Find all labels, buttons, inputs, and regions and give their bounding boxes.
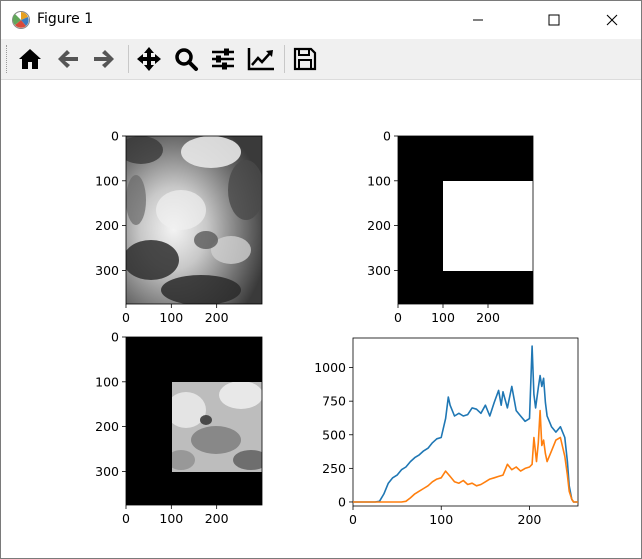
- subplot-histogram: [352, 337, 579, 507]
- x-tick-label: 100: [429, 512, 453, 527]
- subplot-grayscale-image: [125, 135, 263, 305]
- y-tick-label: 100: [95, 374, 119, 389]
- save-icon: [293, 47, 317, 71]
- x-tick-label: 0: [122, 511, 130, 526]
- zoom-icon: [175, 48, 198, 71]
- minimize-icon: [473, 19, 483, 21]
- y-tick-label: 0: [111, 330, 119, 345]
- subplot-masked-image: [125, 336, 263, 506]
- x-tick-label: 200: [476, 310, 500, 325]
- minimize-button[interactable]: [455, 1, 501, 39]
- x-tick-label: 100: [431, 310, 455, 325]
- x-tick-label: 100: [159, 310, 183, 325]
- toolbar-separator: [284, 45, 285, 73]
- navigation-toolbar: [1, 39, 641, 80]
- move-icon: [137, 47, 161, 71]
- subplot-mask: [397, 135, 534, 305]
- masked-image-region: [172, 382, 262, 472]
- x-tick-label: 0: [349, 512, 357, 527]
- x-tick-label: 200: [518, 512, 542, 527]
- title-bar: Figure 1: [1, 1, 641, 39]
- forward-button[interactable]: [89, 44, 119, 74]
- y-tick-label: 200: [95, 419, 119, 434]
- x-tick-label: 200: [205, 511, 229, 526]
- x-tick-label: 200: [205, 310, 229, 325]
- y-tick-label: 250: [322, 461, 346, 476]
- save-button[interactable]: [290, 44, 320, 74]
- x-tick-label: 100: [159, 511, 183, 526]
- edit-axes-button[interactable]: [245, 44, 275, 74]
- y-tick-label: 200: [367, 218, 391, 233]
- arrow-right-icon: [94, 50, 114, 68]
- matplotlib-icon: [12, 11, 30, 29]
- back-button[interactable]: [53, 44, 83, 74]
- close-icon: [606, 14, 618, 26]
- window-title: Figure 1: [37, 11, 94, 27]
- y-tick-label: 100: [367, 173, 391, 188]
- x-tick-label: 0: [394, 310, 402, 325]
- grayscale-image: [126, 136, 262, 304]
- y-tick-label: 100: [95, 173, 119, 188]
- home-icon: [19, 49, 41, 69]
- sliders-icon: [212, 48, 234, 70]
- toolbar-grip: [6, 45, 9, 73]
- mask-white-region: [443, 181, 533, 271]
- y-tick-label: 300: [95, 464, 119, 479]
- x-tick-label: 0: [122, 310, 130, 325]
- y-tick-label: 200: [95, 218, 119, 233]
- y-tick-label: 300: [367, 263, 391, 278]
- line-chart-icon: [247, 48, 274, 71]
- home-button[interactable]: [15, 44, 45, 74]
- y-tick-label: 1000: [314, 360, 346, 375]
- close-button[interactable]: [589, 1, 635, 39]
- figure-canvas[interactable]: 0 100 200 0 100 200 300 0 100 200 0 100 200 300 0 100 20…: [1, 80, 641, 558]
- figure-window: Figure 1 0 100 200 0 100 200 300 0 100 2…: [0, 0, 642, 559]
- pan-button[interactable]: [134, 44, 164, 74]
- y-tick-label: 0: [338, 494, 346, 509]
- maximize-button[interactable]: [531, 1, 577, 39]
- y-tick-label: 0: [111, 129, 119, 144]
- toolbar-separator: [128, 45, 129, 73]
- y-tick-label: 0: [383, 129, 391, 144]
- subplots-button[interactable]: [208, 44, 238, 74]
- arrow-left-icon: [58, 50, 78, 68]
- y-tick-label: 500: [322, 427, 346, 442]
- y-tick-label: 300: [95, 263, 119, 278]
- y-tick-label: 750: [322, 394, 346, 409]
- maximize-icon: [548, 14, 560, 26]
- zoom-button[interactable]: [171, 44, 201, 74]
